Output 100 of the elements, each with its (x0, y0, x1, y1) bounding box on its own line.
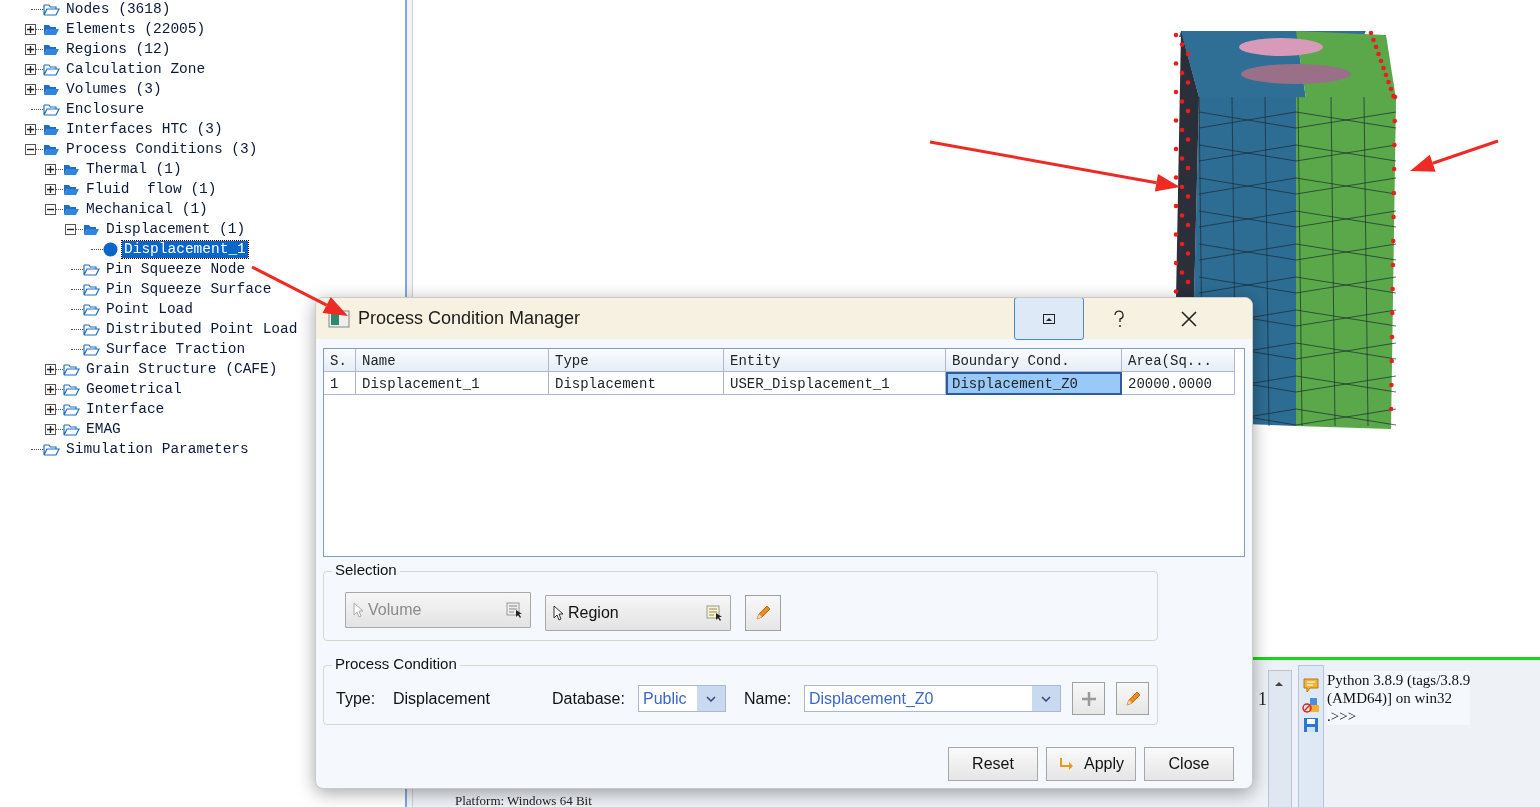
chevron-down-icon (1041, 695, 1051, 702)
console-line: (AMD64)] on win32 (1327, 689, 1453, 707)
add-button[interactable] (1072, 682, 1105, 715)
folder-icon (83, 222, 100, 236)
folder-icon (63, 162, 80, 176)
tree-item[interactable]: Displacement_1 (122, 240, 248, 258)
tree-item[interactable]: Pin Squeeze Node (104, 260, 248, 278)
collapse-icon[interactable] (45, 203, 56, 215)
folder-icon (43, 102, 60, 116)
tree-item[interactable]: Distributed Point Load (104, 320, 300, 338)
help-icon (1113, 309, 1125, 328)
clear-icon[interactable] (1302, 697, 1320, 713)
folder-icon (83, 302, 100, 316)
folder-icon (83, 282, 100, 296)
expand-icon[interactable] (45, 403, 56, 415)
expand-icon[interactable] (25, 63, 36, 75)
table-cell[interactable]: USER_Displacement_1 (724, 372, 946, 395)
folder-icon (63, 202, 80, 216)
folder-icon (43, 82, 60, 96)
field-label: Type: (336, 688, 377, 709)
folder-icon (63, 402, 80, 416)
table-cell[interactable]: Displacement_1 (356, 372, 549, 395)
chevron-down-icon (706, 695, 716, 702)
column-header[interactable]: Entity (724, 349, 946, 372)
column-header[interactable]: Name (356, 349, 549, 372)
field-value: Displacement (393, 688, 491, 709)
expand-icon[interactable] (45, 423, 56, 435)
tree-item[interactable]: Thermal (1) (84, 160, 184, 178)
table-cell[interactable]: Displacement_Z0 (946, 372, 1122, 395)
tree-item[interactable]: Calculation Zone (64, 60, 208, 78)
tree-item[interactable]: Surface Traction (104, 340, 248, 358)
folder-icon (63, 382, 80, 396)
column-header[interactable]: Area(Sq... (1122, 349, 1235, 372)
tree-item[interactable]: Regions (12) (64, 40, 173, 58)
folder-icon (83, 322, 100, 336)
region-button[interactable]: Region (545, 595, 731, 631)
field-label: Database: (552, 688, 626, 709)
column-header[interactable]: S. (324, 349, 356, 372)
pencil-icon (754, 604, 772, 622)
tree-item[interactable]: Point Load (104, 300, 195, 318)
plus-icon (1080, 690, 1097, 707)
expand-icon[interactable] (25, 43, 36, 55)
dot-icon (103, 241, 118, 257)
tree-item[interactable]: Pin Squeeze Surface (104, 280, 274, 298)
column-header[interactable]: Boundary Cond. (946, 349, 1122, 372)
expand-icon[interactable] (25, 23, 36, 35)
expand-icon[interactable] (45, 363, 56, 375)
expand-icon[interactable] (25, 123, 36, 135)
expand-icon[interactable] (45, 163, 56, 175)
apply-button[interactable]: Apply (1046, 747, 1136, 781)
tree-item[interactable]: Simulation Parameters (64, 440, 251, 458)
tree-item[interactable]: Elements (22005) (64, 20, 208, 38)
collapse-icon[interactable] (65, 223, 76, 235)
table-cell[interactable]: 1 (324, 372, 356, 395)
tree-item[interactable]: Displacement (1) (104, 220, 248, 238)
list-select-icon (506, 602, 524, 618)
folder-icon (63, 422, 80, 436)
scrollbar[interactable] (1268, 670, 1292, 807)
tree-item[interactable]: Process Conditions (3) (64, 140, 260, 158)
console-output-text: Platform: Windows 64 Bit (455, 793, 592, 807)
expand-icon[interactable] (25, 83, 36, 95)
tree-item[interactable]: Volumes (3) (64, 80, 164, 98)
folder-icon (43, 442, 60, 456)
tree-item[interactable]: Interfaces HTC (3) (64, 120, 225, 138)
arrow-icon (1058, 757, 1074, 771)
tree-item[interactable]: Enclosure (64, 100, 147, 118)
pencil-icon (1123, 689, 1142, 708)
cursor-icon (552, 605, 564, 621)
tree-item[interactable]: Mechanical (1) (84, 200, 210, 218)
restore-button[interactable] (1014, 298, 1084, 340)
tree-item[interactable]: Geometrical (84, 380, 184, 398)
folder-icon (63, 362, 80, 376)
tree-item[interactable]: EMAG (84, 420, 123, 438)
cursor-icon (352, 602, 364, 618)
collapse-icon[interactable] (25, 143, 36, 155)
window-title: Process Condition Manager (358, 307, 582, 330)
folder-icon (43, 2, 60, 16)
tree-item[interactable]: Interface (84, 400, 167, 418)
folder-icon (63, 182, 80, 196)
folder-icon (43, 142, 60, 156)
tree-item[interactable]: Grain Structure (CAFE) (84, 360, 280, 378)
save-icon[interactable] (1303, 717, 1319, 733)
folder-icon (43, 22, 60, 36)
expand-icon[interactable] (45, 183, 56, 195)
reset-button[interactable]: Reset (948, 747, 1038, 781)
list-select-icon (706, 605, 724, 621)
field-label: Name: (744, 688, 793, 709)
folder-icon (83, 342, 100, 356)
console-line: Python 3.8.9 (tags/3.8.9 (1327, 671, 1471, 689)
database-dropdown[interactable]: Public (638, 685, 726, 712)
restore-icon (1043, 313, 1055, 324)
name-dropdown[interactable]: Displacement_Z0 (804, 685, 1061, 712)
expand-icon[interactable] (45, 383, 56, 395)
close-button[interactable]: Close (1144, 747, 1234, 781)
table-cell[interactable]: Displacement (549, 372, 724, 395)
tree-item[interactable]: Fluid flow (1) (84, 180, 219, 198)
console-line: .>>> (1327, 707, 1358, 725)
column-header[interactable]: Type (549, 349, 724, 372)
table-cell[interactable]: 20000.0000 (1122, 372, 1235, 395)
tree-item[interactable]: Nodes (3618) (64, 0, 173, 18)
